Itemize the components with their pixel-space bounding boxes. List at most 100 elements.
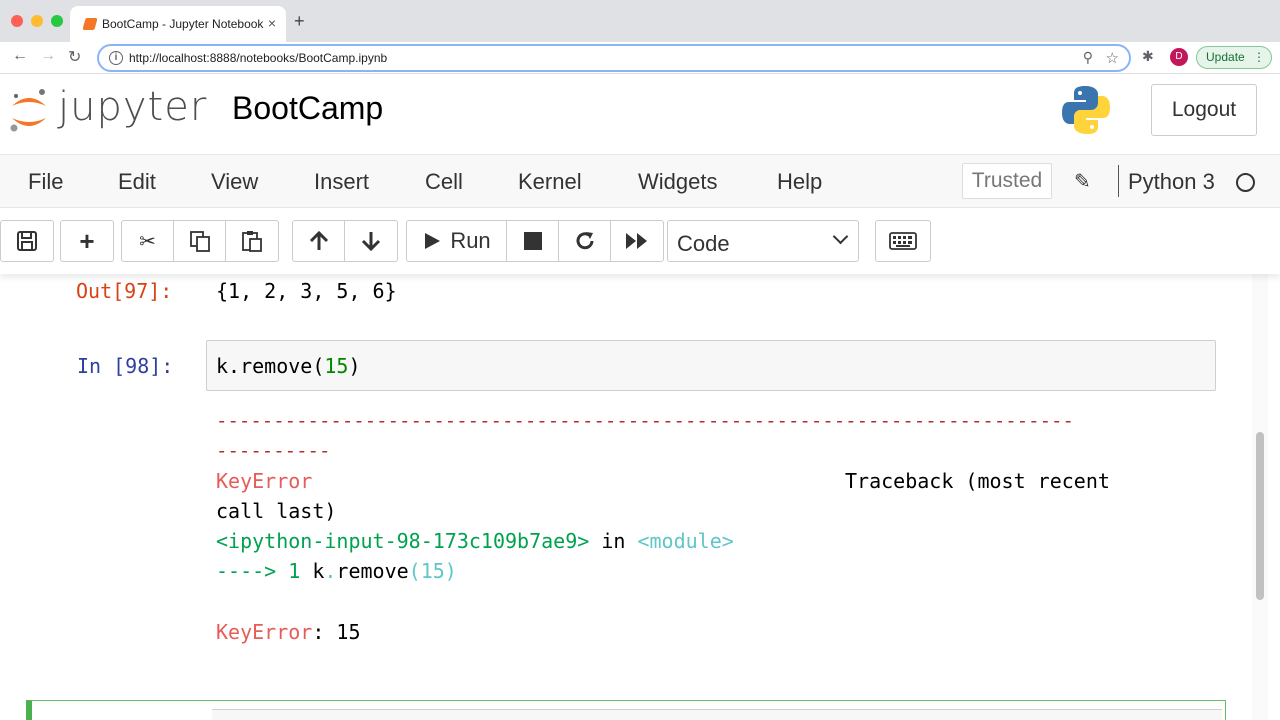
copy-icon xyxy=(189,231,210,252)
traceback-file: <ipython-input-98-173c109b7ae9> xyxy=(216,529,590,553)
selected-next-cell[interactable] xyxy=(26,700,1226,720)
reload-icon[interactable]: ↻ xyxy=(68,47,81,67)
floppy-disk-icon xyxy=(17,231,37,251)
notebook-menu-bar: File Edit View Insert Cell Kernel Widget… xyxy=(0,154,1280,208)
url-text: http://localhost:8888/notebooks/BootCamp… xyxy=(129,51,388,65)
cut-button[interactable]: ✂ xyxy=(122,221,174,261)
output-value: {1, 2, 3, 5, 6} xyxy=(216,279,397,303)
menu-file[interactable]: File xyxy=(28,169,63,195)
forward-arrow-icon[interactable]: → xyxy=(40,47,56,65)
traceback-dashes-1: ----------------------------------------… xyxy=(216,410,1074,432)
insert-cell-button[interactable]: + xyxy=(61,221,113,261)
bookmark-star-icon[interactable]: ☆ xyxy=(1106,49,1119,67)
logout-button[interactable]: Logout xyxy=(1151,84,1257,136)
pencil-edit-icon[interactable]: ✎ xyxy=(1074,169,1091,194)
traceback-dashes-2: ---------- xyxy=(216,440,331,462)
output-prompt: Out[97]: xyxy=(76,279,173,303)
scrollbar-thumb[interactable] xyxy=(1256,432,1264,600)
browser-tab-bar: BootCamp - Jupyter Notebook × + xyxy=(0,0,1280,42)
kernel-name: Python 3 xyxy=(1128,169,1215,194)
window-close-button[interactable] xyxy=(11,15,23,27)
keyboard-icon xyxy=(889,232,917,250)
menu-insert[interactable]: Insert xyxy=(314,169,369,195)
kebab-menu-icon[interactable]: ⋮ xyxy=(1253,47,1265,68)
cell-type-value: Code xyxy=(677,231,730,256)
move-group xyxy=(292,220,398,262)
restart-icon xyxy=(576,232,593,250)
notebook-title[interactable]: BootCamp xyxy=(232,90,383,127)
next-cell-input[interactable] xyxy=(212,709,1222,720)
save-group xyxy=(0,220,54,262)
scissors-icon: ✂ xyxy=(139,230,156,253)
new-tab-button[interactable]: + xyxy=(294,11,305,32)
code-suffix: ) xyxy=(348,354,361,378)
arrow-down-icon xyxy=(361,232,381,252)
browser-tab[interactable]: BootCamp - Jupyter Notebook × xyxy=(70,6,286,42)
code-input-area[interactable]: k.remove(15) xyxy=(206,340,1216,391)
traceback-header: Traceback (most recent xyxy=(845,469,1110,493)
jupyter-logo-icon[interactable] xyxy=(8,84,50,138)
menu-view[interactable]: View xyxy=(211,169,258,195)
menu-widgets[interactable]: Widgets xyxy=(638,169,717,195)
run-label: Run xyxy=(450,228,491,253)
traceback-code-c: (15) xyxy=(408,559,457,583)
traceback-header-cont: call last) xyxy=(216,499,337,523)
traceback-module: <module> xyxy=(637,529,734,553)
code-line: k.remove(15) xyxy=(216,354,361,378)
move-up-button[interactable] xyxy=(293,221,345,261)
update-button[interactable]: Update ⋮ xyxy=(1196,46,1272,69)
window-maximize-button[interactable] xyxy=(51,15,63,27)
input-prompt: In [98]: xyxy=(77,354,174,378)
run-button[interactable]: Run xyxy=(407,221,507,261)
traceback-in: in xyxy=(589,529,638,553)
traceback-arrow: ----> 1 xyxy=(216,559,313,583)
restart-button[interactable] xyxy=(559,221,611,261)
info-icon[interactable]: i xyxy=(109,51,123,65)
back-arrow-icon[interactable]: ← xyxy=(12,47,28,65)
jupyter-header: jupyter BootCamp Logout xyxy=(0,74,1280,154)
traceback-code-dot: . xyxy=(324,559,337,583)
interrupt-button[interactable] xyxy=(507,221,559,261)
cell-type-select[interactable]: Code xyxy=(667,220,859,262)
command-palette-button[interactable] xyxy=(875,220,931,262)
clipboard-group: ✂ xyxy=(121,220,279,262)
python-logo-icon xyxy=(1062,86,1110,134)
plus-icon: + xyxy=(79,225,95,256)
code-number: 15 xyxy=(324,354,349,378)
traceback-code-b: remove xyxy=(336,559,409,583)
traceback-code-a: k xyxy=(312,559,325,583)
jupyter-favicon-icon xyxy=(82,18,98,30)
notebook-container[interactable]: Out[97]: {1, 2, 3, 5, 6} In [98]: k.remo… xyxy=(0,274,1280,720)
menu-kernel[interactable]: Kernel xyxy=(518,169,582,195)
extensions-puzzle-icon[interactable]: ✱ xyxy=(1142,48,1154,65)
arrow-up-icon xyxy=(309,230,328,250)
trusted-indicator[interactable]: Trusted xyxy=(962,163,1052,199)
run-all-button[interactable] xyxy=(611,221,663,261)
play-icon xyxy=(425,233,441,249)
final-error-message: : 15 xyxy=(312,620,361,644)
menu-help[interactable]: Help xyxy=(777,169,822,195)
run-group: Run xyxy=(406,220,664,262)
traceback-frame: <ipython-input-98-173c109b7ae9> in <modu… xyxy=(216,526,734,556)
zoom-icon[interactable]: ⚲ xyxy=(1083,49,1093,66)
profile-avatar[interactable]: D xyxy=(1170,48,1188,66)
window-minimize-button[interactable] xyxy=(31,15,43,27)
insert-group: + xyxy=(60,220,114,262)
chevron-down-icon xyxy=(832,228,849,245)
tab-close-icon[interactable]: × xyxy=(268,15,276,31)
tab-title: BootCamp - Jupyter Notebook xyxy=(102,17,264,31)
address-bar[interactable]: i http://localhost:8888/notebooks/BootCa… xyxy=(97,44,1131,72)
paste-icon xyxy=(242,231,262,252)
notebook-toolbar: + ✂ Run Code xyxy=(0,208,1280,274)
move-down-button[interactable] xyxy=(345,221,397,261)
copy-button[interactable] xyxy=(174,221,226,261)
kernel-idle-indicator-icon xyxy=(1236,173,1255,192)
paste-button[interactable] xyxy=(226,221,278,261)
menu-cell[interactable]: Cell xyxy=(425,169,463,195)
update-label: Update xyxy=(1206,50,1245,64)
browser-toolbar: ← → ↻ i http://localhost:8888/notebooks/… xyxy=(0,42,1280,74)
stop-icon xyxy=(523,232,542,250)
save-button[interactable] xyxy=(1,221,53,261)
menu-edit[interactable]: Edit xyxy=(118,169,156,195)
kernel-separator xyxy=(1118,165,1119,197)
